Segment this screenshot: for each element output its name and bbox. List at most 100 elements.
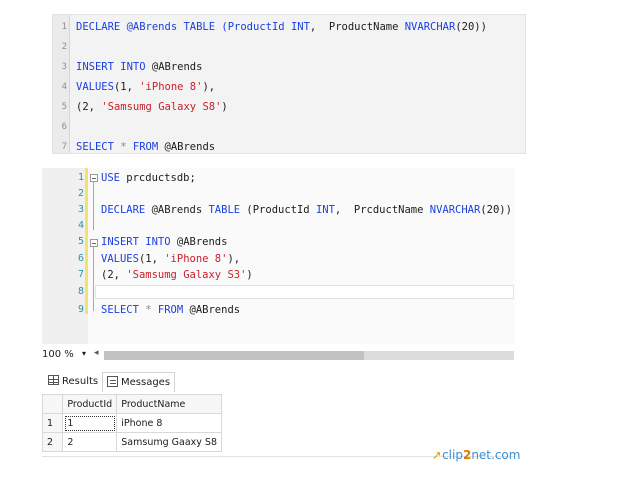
code-text: (ProductId (240, 204, 316, 216)
tab-label: Results (62, 376, 99, 387)
tab-label: Messages (121, 377, 171, 388)
line-number: 1 (77, 172, 84, 183)
table-cell[interactable]: iPhone 8 (116, 413, 222, 433)
keyword: SELECT (76, 141, 114, 153)
code-text: , PrcductName (334, 204, 430, 216)
table-cell[interactable]: 1 (62, 413, 118, 433)
code-text: (1, (113, 81, 140, 93)
keyword: INT (290, 21, 310, 33)
keyword: INT (315, 204, 335, 216)
line-number: 8 (77, 286, 84, 297)
snippet-code-line: INSERT INTO @ABrends (76, 61, 202, 73)
query-editor[interactable]: 1 2 3 4 5 6 7 8 9 USE prcductsdb; DECLAR… (42, 168, 514, 344)
code-text: ) (246, 269, 253, 281)
snippet-code-line: SELECT * FROM @ABrends (76, 141, 215, 153)
snippet-line-number: 4 (61, 82, 67, 92)
grid-header-row: ProductId ProductName (41, 394, 222, 414)
code-text: ) (221, 101, 228, 113)
code-line: DECLARE @ABrends TABLE (ProductId INT, P… (101, 204, 512, 216)
code-line: USE prcductsdb; (101, 172, 196, 184)
tab-results[interactable]: Results (44, 372, 102, 392)
operator: * (138, 304, 158, 316)
code-text: (2, (101, 269, 127, 281)
keyword: VALUES (76, 81, 114, 93)
keyword: NVARCHAR (429, 204, 481, 216)
code-text: @ABrends (145, 204, 209, 216)
code-line: SELECT * FROM @ABrends (101, 304, 240, 316)
keyword: FROM (132, 141, 159, 153)
snippet-line-number: 1 (61, 22, 67, 32)
operator: * (113, 141, 133, 153)
column-header[interactable]: ProductName (116, 394, 222, 414)
snippet-line-number: 7 (61, 142, 67, 152)
keyword: INSERT INTO (76, 61, 146, 73)
keyword: USE (101, 172, 120, 184)
snippet-line-number: 2 (61, 42, 67, 52)
snippet-line-number: 3 (61, 62, 67, 72)
watermark-logo: ➚clip2net.com (432, 448, 520, 462)
line-number: 6 (77, 253, 84, 264)
snippet-line-number: 5 (61, 102, 67, 112)
code-line: VALUES(1, 'iPhone 8'), (101, 253, 240, 265)
keyword: INSERT INTO (101, 236, 171, 248)
code-text: ), (227, 253, 241, 265)
code-text: ), (202, 81, 216, 93)
code-text: @ABrends (158, 141, 216, 153)
outline-line (93, 182, 94, 230)
current-line-highlight (95, 285, 514, 299)
row-number-header (41, 394, 64, 414)
zoom-level[interactable]: 100 % (42, 349, 74, 360)
code-text: @ABrends (170, 236, 228, 248)
grid-icon (48, 375, 59, 385)
code-text: prcductsdb; (119, 172, 196, 184)
snippet-code-line: (2, 'Samsumg Galaxy S8') (76, 101, 228, 113)
collapse-toggle-icon[interactable] (90, 239, 98, 247)
code-text: (20)) (480, 204, 512, 216)
code-line: INSERT INTO @ABrends (101, 236, 227, 248)
code-text: (2, (76, 101, 102, 113)
string-literal: 'Samsumg Galaxy S8' (101, 101, 222, 113)
keyword: SELECT (101, 304, 139, 316)
string-literal: 'iPhone 8' (139, 81, 203, 93)
messages-icon (107, 376, 118, 387)
code-text: @ABrends (183, 304, 241, 316)
code-text: (20)) (455, 21, 487, 33)
snippet-code-line: DECLARE @ABrends TABLE (ProductId INT, P… (76, 21, 487, 33)
line-number: 9 (77, 304, 84, 315)
line-number: 4 (77, 220, 84, 231)
table-row: 2 2 Samsumg Gaaxy S8 (41, 432, 222, 452)
tab-messages[interactable]: Messages (102, 372, 176, 392)
keyword: FROM (157, 304, 184, 316)
watermark-text: clip (442, 448, 463, 462)
editor-status-bar: 100 % ▾ ◂ (42, 347, 514, 363)
watermark-text: net (471, 448, 492, 462)
change-tracking-bar (85, 168, 88, 314)
line-number: 5 (77, 236, 84, 247)
keyword: DECLARE (101, 204, 146, 216)
row-number[interactable]: 1 (41, 413, 64, 433)
results-grid: ProductId ProductName 1 1 iPhone 8 2 2 S… (41, 394, 222, 452)
table-cell[interactable]: Samsumg Gaaxy S8 (116, 432, 222, 452)
scroll-left-icon[interactable]: ◂ (94, 348, 99, 358)
horizontal-scrollbar[interactable] (104, 351, 514, 360)
keyword: NVARCHAR (404, 21, 456, 33)
line-number: 7 (77, 269, 84, 280)
zoom-dropdown-icon[interactable]: ▾ (82, 349, 86, 358)
table-row: 1 1 iPhone 8 (41, 413, 222, 433)
code-text: (1, (138, 253, 165, 265)
code-snippet-image: 1 2 3 4 5 6 7 DECLARE @ABrends TABLE (Pr… (52, 14, 526, 154)
row-number[interactable]: 2 (41, 432, 64, 452)
keyword: TABLE (208, 204, 241, 216)
arrow-up-icon: ➚ (432, 448, 443, 462)
code-text: @ABrends (145, 61, 203, 73)
column-header[interactable]: ProductId (62, 394, 118, 414)
code-line: (2, 'Samsumg Galaxy S3') (101, 269, 253, 281)
scrollbar-thumb[interactable] (104, 351, 364, 360)
result-tabs: Results Messages (42, 370, 514, 392)
collapse-toggle-icon[interactable] (90, 174, 98, 182)
snippet-code-line: VALUES(1, 'iPhone 8'), (76, 81, 215, 93)
string-literal: 'iPhone 8' (164, 253, 228, 265)
keyword: VALUES (101, 253, 139, 265)
table-cell[interactable]: 2 (62, 432, 118, 452)
string-literal: 'Samsumg Galaxy S3' (126, 269, 247, 281)
